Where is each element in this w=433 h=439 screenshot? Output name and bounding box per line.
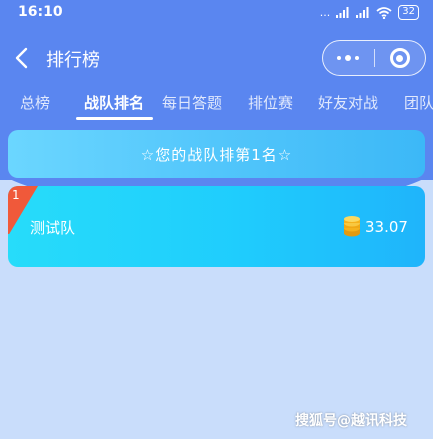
team-rank: 1 <box>12 188 20 202</box>
coin-stack-icon <box>344 216 360 237</box>
signal-icon-2 <box>356 7 369 18</box>
tab-ranked-match[interactable]: 排位赛 <box>248 92 293 113</box>
team-row[interactable]: 1 测试队 33.07 <box>8 186 425 267</box>
status-time: 16:10 <box>18 4 63 20</box>
nav-bar: 排行榜 <box>0 36 433 80</box>
tab-overall[interactable]: 总榜 <box>20 92 50 113</box>
tab-daily-quiz[interactable]: 每日答题 <box>162 92 222 113</box>
more-dots-icon[interactable] <box>323 41 374 75</box>
wifi-icon <box>376 6 392 19</box>
back-arrow-icon[interactable] <box>10 44 34 72</box>
tab-friend-battle[interactable]: 好友对战 <box>318 92 378 113</box>
status-icons: ... 32 <box>320 5 419 20</box>
target-close-icon[interactable] <box>374 41 425 75</box>
active-tab-indicator <box>76 117 153 120</box>
status-bar: 16:10 ... 32 <box>0 0 433 26</box>
signal-icon <box>336 7 349 18</box>
tab-team-ranking[interactable]: 战队排名 <box>84 92 144 113</box>
miniprogram-capsule <box>322 40 426 76</box>
team-score: 33.07 <box>365 218 408 236</box>
rank-banner: ☆您的战队排第1名☆ <box>8 130 425 178</box>
leaderboard-tabs: 总榜 战队排名 每日答题 排位赛 好友对战 团队 <box>0 86 433 122</box>
watermark: 搜狐号@越讯科技 <box>295 413 407 429</box>
page-title: 排行榜 <box>46 50 100 71</box>
tab-team[interactable]: 团队 <box>404 92 433 113</box>
network-indicator: ... <box>319 6 331 19</box>
rank-banner-text: ☆您的战队排第1名☆ <box>140 145 293 164</box>
team-name: 测试队 <box>30 219 76 237</box>
battery-indicator: 32 <box>398 5 419 20</box>
